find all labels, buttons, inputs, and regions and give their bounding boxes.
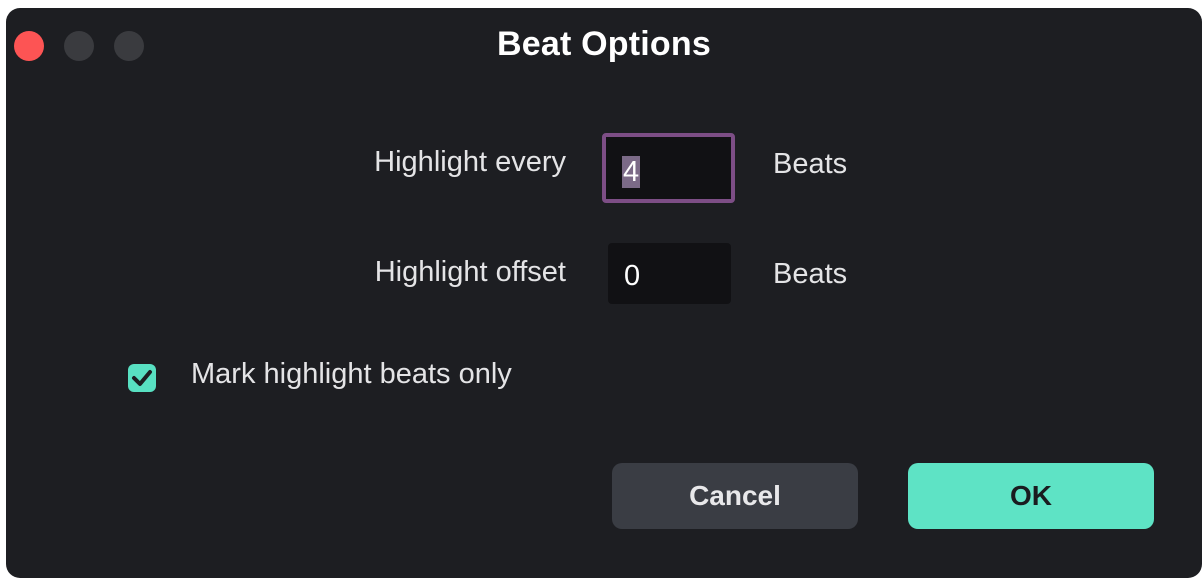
highlight-every-value: 4 [622, 156, 641, 188]
highlight-offset-label: Highlight offset [374, 256, 566, 288]
highlight-offset-unit: Beats [773, 258, 848, 290]
mark-highlight-label: Mark highlight beats only [191, 358, 512, 390]
checkmark-icon [132, 370, 152, 386]
highlight-every-input[interactable]: 4 [602, 133, 735, 203]
cancel-button[interactable]: Cancel [612, 463, 858, 529]
highlight-every-unit: Beats [773, 148, 848, 180]
highlight-offset-value: 0 [624, 260, 641, 292]
highlight-offset-input[interactable]: 0 [608, 243, 731, 304]
dialog-title: Beat Options [497, 25, 711, 63]
highlight-every-label: Highlight every [374, 146, 566, 178]
mark-highlight-checkbox[interactable] [128, 364, 156, 392]
beat-options-dialog: Beat Options Highlight every 4 Beats Hig… [6, 8, 1202, 578]
ok-button[interactable]: OK [908, 463, 1154, 529]
